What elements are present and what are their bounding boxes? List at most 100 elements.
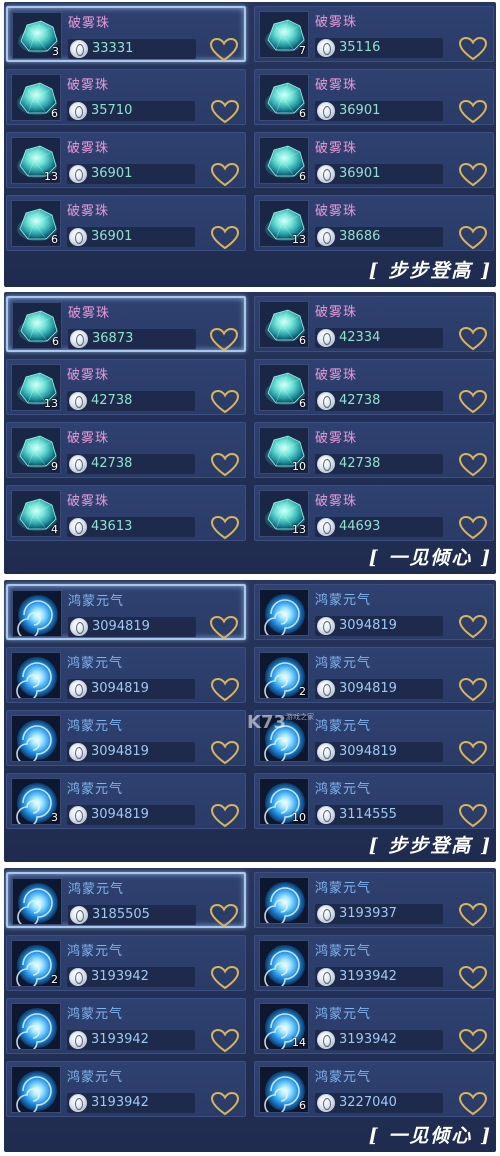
item-card[interactable]: 6 鸿蒙元气 3227040 [254,1061,494,1117]
item-card[interactable]: 2 鸿蒙元气 3094819 [254,647,494,703]
item-card[interactable]: 鸿蒙元气 3193937 [254,872,494,928]
heart-outline-icon[interactable] [458,99,488,124]
item-card[interactable]: 鸿蒙元气 3094819 [6,584,246,640]
item-quantity: 6 [52,335,59,348]
silver-coin-icon [70,618,88,636]
item-name: 鸿蒙元气 [315,593,372,608]
item-price: 33331 [92,41,134,56]
item-card[interactable]: 13 破雾珠 42738 [6,359,246,415]
item-quantity: 2 [299,685,306,698]
heart-outline-icon[interactable] [210,452,240,477]
item-price: 3094819 [92,619,150,634]
heart-outline-icon[interactable] [458,803,488,828]
heart-outline-icon[interactable] [210,1091,240,1116]
item-price: 42738 [91,456,133,471]
item-name: 破雾珠 [315,368,358,383]
item-card[interactable]: 10 鸿蒙元气 3114555 [254,773,494,829]
heart-outline-icon[interactable] [210,677,240,702]
item-card[interactable]: 3 破雾珠 33331 [6,6,246,62]
heart-outline-icon[interactable] [209,903,239,928]
item-card[interactable]: 6 破雾珠 42738 [254,359,494,415]
heart-outline-icon[interactable] [458,389,488,414]
silver-coin-icon [317,455,335,473]
item-name: 鸿蒙元气 [67,719,124,734]
heart-outline-icon[interactable] [458,1028,488,1053]
item-card[interactable]: 6 破雾珠 35710 [6,69,246,125]
heart-outline-icon[interactable] [210,99,240,124]
item-card[interactable]: 9 破雾珠 42738 [6,422,246,478]
silver-coin-icon [317,228,335,246]
heart-outline-icon[interactable] [210,965,240,990]
heart-outline-icon[interactable] [209,327,239,352]
heart-outline-icon[interactable] [210,803,240,828]
heart-outline-icon[interactable] [210,225,240,250]
item-card[interactable]: 鸿蒙元气 3094819 [6,710,246,766]
item-card[interactable]: 6 破雾珠 36873 [6,296,246,352]
item-card[interactable]: 13 破雾珠 36901 [6,132,246,188]
heart-outline-icon[interactable] [210,740,240,765]
heart-outline-icon[interactable] [210,1028,240,1053]
item-card[interactable]: 4 破雾珠 43613 [6,485,246,541]
item-name: 鸿蒙元气 [315,782,372,797]
item-card[interactable]: 10 破雾珠 42738 [254,422,494,478]
heart-outline-icon[interactable] [458,677,488,702]
blue-swirl-icon: 2 [11,940,61,987]
heart-outline-icon[interactable] [458,965,488,990]
heart-outline-icon[interactable] [458,225,488,250]
item-grid: 6 破雾珠 36873 6 破雾珠 42334 13 破雾珠 42738 6 破… [6,296,494,541]
crystal-stone-icon: 6 [11,74,61,121]
item-price: 36901 [339,166,381,181]
item-card[interactable]: 13 破雾珠 44693 [254,485,494,541]
price-field: 3185505 [68,905,196,925]
item-card[interactable]: 鸿蒙元气 3193942 [6,1061,246,1117]
item-quantity: 6 [299,170,306,183]
item-card[interactable]: 6 破雾珠 42334 [254,296,494,352]
item-card[interactable]: 13 破雾珠 38686 [254,195,494,251]
heart-outline-icon[interactable] [458,162,488,187]
price-field: 36901 [67,164,195,184]
item-card[interactable]: 鸿蒙元气 3094819 [254,584,494,640]
heart-outline-icon[interactable] [458,740,488,765]
heart-outline-icon[interactable] [458,36,488,61]
item-card[interactable]: 鸿蒙元气 3094819 [6,647,246,703]
heart-outline-icon[interactable] [458,515,488,540]
item-card[interactable]: 鸿蒙元气 3185505 [6,872,246,928]
heart-outline-icon[interactable] [458,614,488,639]
item-card[interactable]: 6 破雾珠 36901 [6,195,246,251]
price-field: 38686 [315,227,443,247]
price-field: 3094819 [67,679,195,699]
price-field: 42738 [67,391,195,411]
item-card[interactable]: 鸿蒙元气 3193942 [6,998,246,1054]
item-card[interactable]: 鸿蒙元气 3193942 [254,935,494,991]
heart-outline-icon[interactable] [209,37,239,62]
heart-outline-icon[interactable] [210,389,240,414]
item-card[interactable]: 6 破雾珠 36901 [254,132,494,188]
item-card[interactable]: 14 鸿蒙元气 3193942 [254,998,494,1054]
item-price: 3193942 [91,969,149,984]
item-name: 鸿蒙元气 [67,656,124,671]
heart-outline-icon[interactable] [458,902,488,927]
heart-outline-icon[interactable] [458,1091,488,1116]
heart-outline-icon[interactable] [458,326,488,351]
item-name: 鸿蒙元气 [67,782,124,797]
heart-outline-icon[interactable] [458,452,488,477]
heart-outline-icon[interactable] [210,515,240,540]
item-quantity: 10 [292,811,306,824]
price-field: 36901 [67,227,195,247]
item-name: 鸿蒙元气 [315,944,372,959]
item-card[interactable]: 6 破雾珠 36901 [254,69,494,125]
price-field: 42738 [315,391,443,411]
item-name: 鸿蒙元气 [315,656,372,671]
silver-coin-icon [317,165,335,183]
item-card[interactable]: 7 破雾珠 35116 [254,6,494,62]
item-name: 破雾珠 [67,368,110,383]
heart-outline-icon[interactable] [209,615,239,640]
heart-outline-icon[interactable] [210,162,240,187]
crystal-stone-icon: 6 [259,301,309,348]
item-name: 破雾珠 [315,494,358,509]
item-card[interactable]: 3 鸿蒙元气 3094819 [6,773,246,829]
item-quantity: 6 [51,233,58,246]
silver-coin-icon [69,455,87,473]
item-card[interactable]: 2 鸿蒙元气 3193942 [6,935,246,991]
silver-coin-icon [69,165,87,183]
